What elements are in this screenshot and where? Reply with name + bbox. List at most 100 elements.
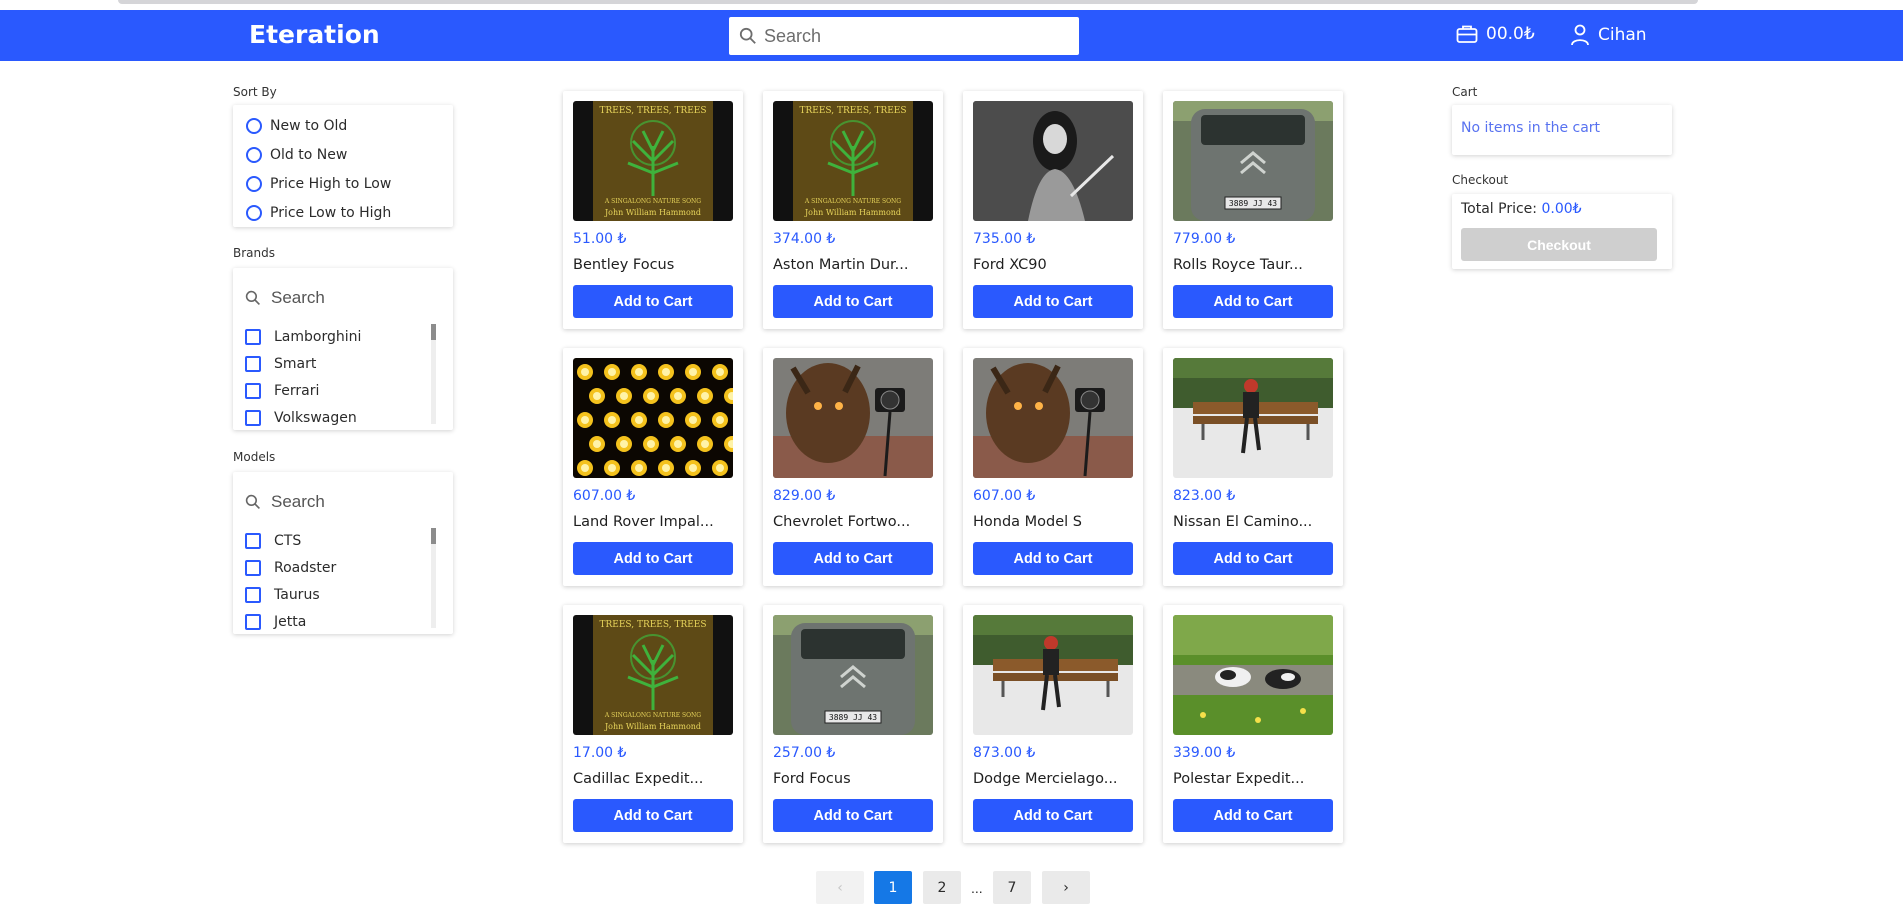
add-to-cart-button[interactable]: Add to Cart (973, 542, 1133, 575)
add-to-cart-button[interactable]: Add to Cart (1173, 542, 1333, 575)
checkbox[interactable] (245, 382, 261, 399)
brand-item-volkswagen[interactable]: Volkswagen (245, 404, 425, 431)
add-to-cart-button[interactable]: Add to Cart (573, 799, 733, 832)
radio-button[interactable] (246, 117, 262, 134)
product-name[interactable]: Ford Focus (773, 771, 851, 787)
product-price: 735.00 ₺ (973, 231, 1036, 247)
brand-item-ferrari[interactable]: Ferrari (245, 377, 425, 404)
sort-label: Sort By (233, 85, 277, 99)
product-image[interactable] (1173, 615, 1333, 735)
radio-button[interactable] (246, 204, 262, 221)
add-to-cart-button[interactable]: Add to Cart (973, 799, 1133, 832)
scrollbar-thumb[interactable] (431, 324, 436, 340)
models-search[interactable] (245, 484, 435, 520)
header-user[interactable]: Cihan (1570, 24, 1647, 46)
product-card[interactable]: TREES, TREES, TREES A SINGALONG NATURE SO… (563, 91, 743, 329)
product-card[interactable]: 735.00 ₺ Ford XC90 Add to Cart (963, 91, 1143, 329)
checkbox[interactable] (245, 355, 261, 372)
brand-item-smart[interactable]: Smart (245, 350, 425, 377)
add-to-cart-button[interactable]: Add to Cart (573, 542, 733, 575)
product-name[interactable]: Nissan El Camino... (1173, 514, 1312, 530)
brands-scrollbar[interactable] (431, 324, 436, 424)
brand-logo[interactable]: Eteration (249, 20, 380, 49)
product-card[interactable]: 339.00 ₺ Polestar Expedit... Add to Cart (1163, 605, 1343, 843)
product-card[interactable]: TREES, TREES, TREES A SINGALONG NATURE SO… (763, 91, 943, 329)
sort-option-label: Old to New (270, 146, 348, 163)
page-7-button[interactable]: 7 (993, 871, 1031, 904)
brands-search-input[interactable] (271, 288, 421, 308)
checkbox[interactable] (245, 532, 261, 549)
model-item-taurus[interactable]: Taurus (245, 581, 425, 608)
product-image[interactable] (573, 358, 733, 478)
product-name[interactable]: Cadillac Expedit... (573, 771, 703, 787)
add-to-cart-button[interactable]: Add to Cart (573, 285, 733, 318)
product-name[interactable]: Dodge Mercielago... (973, 771, 1118, 787)
svg-text:John William Hammond: John William Hammond (804, 208, 901, 217)
brands-search[interactable] (245, 280, 435, 316)
product-image[interactable] (973, 101, 1133, 221)
sort-option-price-low-high[interactable]: Price Low to High (233, 198, 453, 227)
next-page-button[interactable]: › (1042, 871, 1090, 904)
product-name[interactable]: Aston Martin Dur... (773, 257, 909, 273)
brand-item-lamborghini[interactable]: Lamborghini (245, 323, 425, 350)
product-card[interactable]: 823.00 ₺ Nissan El Camino... Add to Cart (1163, 348, 1343, 586)
models-scrollbar[interactable] (431, 528, 436, 628)
product-card[interactable]: 607.00 ₺ Land Rover Impal... Add to Cart (563, 348, 743, 586)
product-name[interactable]: Honda Model S (973, 514, 1082, 530)
radio-button[interactable] (246, 146, 262, 163)
checkbox[interactable] (245, 328, 261, 345)
add-to-cart-button[interactable]: Add to Cart (773, 285, 933, 318)
model-item-cts[interactable]: CTS (245, 527, 425, 554)
prev-page-button[interactable]: ‹ (816, 871, 864, 904)
product-image[interactable] (973, 358, 1133, 478)
product-image[interactable] (1173, 358, 1333, 478)
sort-panel: New to Old Old to New Price High to Low … (233, 105, 453, 227)
sort-option-price-high-low[interactable]: Price High to Low (233, 169, 453, 198)
product-image[interactable]: 3889 JJ 43 (773, 615, 933, 735)
checkbox[interactable] (245, 586, 261, 603)
app-header: Eteration 00.0₺ Cihan (0, 10, 1903, 61)
sort-option-new-to-old[interactable]: New to Old (233, 111, 453, 140)
add-to-cart-button[interactable]: Add to Cart (973, 285, 1133, 318)
product-image[interactable] (773, 358, 933, 478)
product-image[interactable]: 3889 JJ 43 (1173, 101, 1333, 221)
sort-option-old-to-new[interactable]: Old to New (233, 140, 453, 169)
product-name[interactable]: Bentley Focus (573, 257, 674, 273)
checkbox[interactable] (245, 409, 261, 426)
checkbox[interactable] (245, 613, 261, 630)
product-card[interactable]: 829.00 ₺ Chevrolet Fortwo... Add to Cart (763, 348, 943, 586)
product-price: 823.00 ₺ (1173, 488, 1236, 504)
product-image[interactable]: TREES, TREES, TREES A SINGALONG NATURE SO… (573, 101, 733, 221)
product-card[interactable]: 3889 JJ 43 779.00 ₺ Rolls Royce Taur... Add… (1163, 91, 1343, 329)
model-label: Taurus (274, 586, 320, 603)
header-cart[interactable]: 00.0₺ (1456, 24, 1535, 44)
product-name[interactable]: Rolls Royce Taur... (1173, 257, 1303, 273)
page-2-button[interactable]: 2 (923, 871, 961, 904)
page-1-button[interactable]: 1 (874, 871, 912, 904)
product-name[interactable]: Ford XC90 (973, 257, 1047, 273)
product-name[interactable]: Chevrolet Fortwo... (773, 514, 910, 530)
add-to-cart-button[interactable]: Add to Cart (1173, 799, 1333, 832)
header-search[interactable] (729, 17, 1079, 55)
product-image[interactable]: TREES, TREES, TREES A SINGALONG NATURE SO… (573, 615, 733, 735)
product-card[interactable]: TREES, TREES, TREES A SINGALONG NATURE SO… (563, 605, 743, 843)
product-name[interactable]: Land Rover Impal... (573, 514, 714, 530)
add-to-cart-button[interactable]: Add to Cart (773, 542, 933, 575)
product-image[interactable]: TREES, TREES, TREES A SINGALONG NATURE SO… (773, 101, 933, 221)
model-item-roadster[interactable]: Roadster (245, 554, 425, 581)
models-label: Models (233, 450, 276, 464)
model-item-jetta[interactable]: Jetta (245, 608, 425, 635)
product-image[interactable] (973, 615, 1133, 735)
search-input[interactable] (764, 22, 1064, 50)
product-card[interactable]: 873.00 ₺ Dodge Mercielago... Add to Cart (963, 605, 1143, 843)
radio-button[interactable] (246, 175, 262, 192)
checkbox[interactable] (245, 559, 261, 576)
add-to-cart-button[interactable]: Add to Cart (773, 799, 933, 832)
product-card[interactable]: 607.00 ₺ Honda Model S Add to Cart (963, 348, 1143, 586)
scrollbar-thumb[interactable] (431, 528, 436, 544)
add-to-cart-button[interactable]: Add to Cart (1173, 285, 1333, 318)
product-card[interactable]: 3889 JJ 43 257.00 ₺ Ford Focus Add to Cart (763, 605, 943, 843)
models-search-input[interactable] (271, 492, 421, 512)
checkout-button[interactable]: Checkout (1461, 228, 1657, 261)
product-name[interactable]: Polestar Expedit... (1173, 771, 1304, 787)
